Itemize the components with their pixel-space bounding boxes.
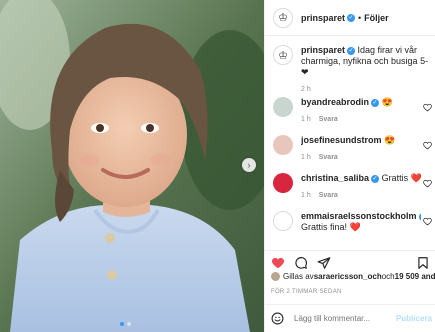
comment-text: Grattis ❤️	[381, 173, 421, 183]
commenter-avatar[interactable]	[273, 173, 293, 193]
reply-button[interactable]: Svara	[319, 192, 338, 199]
comment-username[interactable]: christina_saliba	[301, 173, 369, 183]
comment-text: Grattis fina! ❤️	[301, 222, 361, 232]
carousel-dot-2	[127, 322, 131, 326]
child-portrait-image	[0, 0, 264, 332]
verified-badge-icon: ✓	[418, 212, 421, 221]
post-photo[interactable]: ›	[0, 0, 264, 332]
commenter-avatar[interactable]	[273, 211, 293, 231]
likes-prefix: Gillas av	[283, 272, 314, 281]
post-timestamp[interactable]: FÖR 2 TIMMAR SEDAN	[271, 289, 342, 295]
commenter-avatar[interactable]	[273, 135, 293, 155]
comment-time: 1 h	[301, 116, 311, 123]
caption-text-line-1: Idag firar vi vår	[357, 45, 418, 55]
emoji-smiley-icon[interactable]	[271, 312, 284, 325]
comment-like-heart-icon[interactable]	[423, 103, 432, 112]
verified-badge-icon: ✓	[347, 13, 356, 22]
comment-input[interactable]	[294, 314, 384, 323]
comment-time: 1 h	[301, 192, 311, 199]
chevron-right-icon: ›	[247, 159, 251, 170]
caption-author-avatar[interactable]: ♔	[273, 45, 293, 65]
post-side-panel: ♔ prinsparet ✓ • Följer ♔ prinsparet ✓ Id…	[264, 0, 435, 332]
comment-like-heart-icon[interactable]	[423, 141, 432, 150]
comment-time: 1 h	[301, 154, 311, 161]
publish-button[interactable]: Publicera	[396, 314, 432, 323]
liker-avatar	[271, 272, 280, 281]
royal-crest-icon: ♔	[278, 11, 288, 24]
comment-item: byandreabrodin ✓ 😍 1 h Svara	[265, 97, 435, 135]
post-actions-bar	[265, 250, 435, 270]
royal-crest-icon: ♔	[278, 48, 288, 62]
verified-badge-icon: ✓	[347, 46, 356, 55]
separator-dot: •	[358, 12, 362, 23]
caption-username[interactable]: prinsparet	[301, 45, 345, 55]
comment-text: 😍	[384, 135, 396, 145]
commenter-avatar[interactable]	[273, 97, 293, 117]
likes-middle: och	[381, 272, 395, 281]
comment-item: christina_saliba ✓ Grattis ❤️ 1 h Svara	[265, 173, 435, 211]
comment-text: 😍	[381, 97, 393, 107]
comments-list[interactable]: ♔ prinsparet ✓ Idag firar vi vår charmiga…	[265, 37, 435, 250]
comment-username[interactable]: josefinesundstrom	[301, 135, 382, 145]
liker-username[interactable]: saraericsson_och	[314, 272, 382, 281]
author-username[interactable]: prinsparet	[301, 13, 345, 23]
author-avatar[interactable]: ♔	[273, 7, 293, 28]
comment-like-heart-icon[interactable]	[423, 217, 432, 226]
comment-item: emmaisraelssonstockholm✓ Grattis fina! ❤…	[265, 211, 435, 247]
next-photo-button[interactable]: ›	[242, 158, 256, 172]
add-comment-bar: Publicera	[265, 304, 435, 332]
comment-like-heart-icon[interactable]	[423, 179, 432, 188]
carousel-dot-1	[120, 322, 124, 326]
comment-bubble-icon[interactable]	[294, 256, 308, 270]
carousel-indicator	[120, 322, 131, 326]
share-paper-plane-icon[interactable]	[317, 256, 331, 270]
comment-item: josefinesundstrom 😍 1 h Svara	[265, 135, 435, 173]
caption-text-line-2: charmiga, nyfikna och busiga 5-åring	[301, 56, 428, 66]
save-bookmark-icon[interactable]	[416, 256, 430, 270]
likes-count[interactable]: 19 509 andra	[395, 272, 435, 281]
caption-text-line-3: ❤	[301, 67, 309, 77]
comment-username[interactable]: byandreabrodin	[301, 97, 369, 107]
follow-status-button[interactable]: Följer	[364, 13, 389, 23]
post-caption: ♔ prinsparet ✓ Idag firar vi vår charmiga…	[265, 37, 435, 97]
verified-badge-icon: ✓	[371, 98, 380, 107]
like-heart-icon[interactable]	[271, 256, 285, 270]
post-header: ♔ prinsparet ✓ • Följer	[265, 0, 435, 36]
likes-summary: Gillas av saraericsson_och och 19 509 an…	[271, 272, 435, 281]
caption-time: 2 h	[301, 86, 311, 93]
reply-button[interactable]: Svara	[319, 154, 338, 161]
reply-button[interactable]: Svara	[319, 116, 338, 123]
comment-username[interactable]: emmaisraelssonstockholm	[301, 211, 417, 221]
verified-badge-icon: ✓	[371, 174, 380, 183]
